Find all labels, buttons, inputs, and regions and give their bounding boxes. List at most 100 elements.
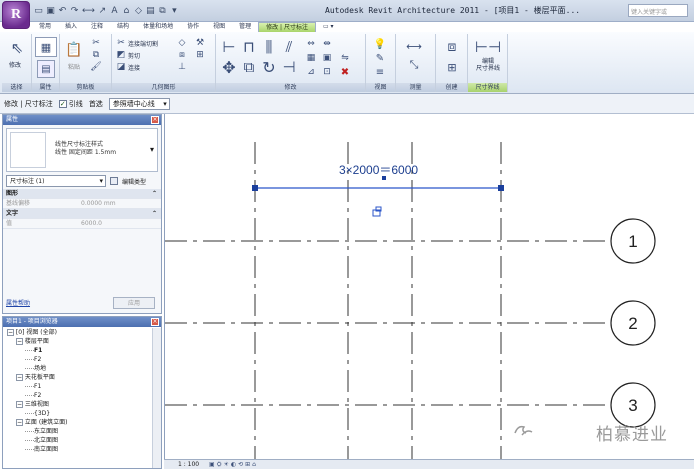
ribbon-tab[interactable]: 常用 <box>32 22 58 32</box>
browser-node[interactable]: F1 <box>3 346 151 355</box>
checkbox-check-icon[interactable]: ✓ <box>58 99 67 108</box>
delete-icon[interactable]: ✖ <box>338 66 352 78</box>
tree-expand-icon[interactable]: − <box>7 329 14 336</box>
mirror-axis-icon[interactable]: ⫼ <box>260 38 278 56</box>
unjoin-icon[interactable]: ⊞ <box>194 50 206 60</box>
copy-icon[interactable]: ⧉ <box>90 50 102 60</box>
undo-icon[interactable]: ↶ <box>58 6 67 16</box>
measure-icon[interactable]: ⟷ <box>82 6 95 16</box>
edit-type-icon[interactable] <box>110 177 118 185</box>
ribbon-tab[interactable]: ▭ ▾ <box>316 22 341 32</box>
browser-node[interactable]: F1 <box>3 382 151 391</box>
browser-node[interactable]: 北立面图 <box>3 436 151 445</box>
paste-icon[interactable]: 📋 <box>65 40 82 60</box>
tree-expand-icon[interactable]: − <box>16 401 23 408</box>
prop-value[interactable]: 6000.0 <box>81 219 102 229</box>
split-face-icon[interactable]: ◇ <box>176 38 188 48</box>
browser-node[interactable]: − 楼层平面 <box>3 337 151 346</box>
browser-node[interactable]: 南立面图 <box>3 445 151 454</box>
paste-label[interactable]: 粘贴 <box>68 62 80 71</box>
wall-joins-icon[interactable]: ⊥ <box>176 62 188 72</box>
scale-icon[interactable]: ▣ <box>320 52 334 64</box>
collapse-icon[interactable]: ⌃ <box>152 189 157 199</box>
ribbon-tab[interactable]: 插入 <box>58 22 84 32</box>
ribbon-tab[interactable]: 修改 | 尺寸标注 <box>258 22 316 32</box>
edit-witness-lines-icon[interactable]: ⊢⊣ <box>475 38 501 56</box>
search-input[interactable]: 键入关键字或 <box>628 4 688 17</box>
view-scale[interactable]: 1 : 100 <box>178 461 199 468</box>
switch-windows-icon[interactable]: ▾ <box>170 6 179 16</box>
save-icon[interactable]: ▣ <box>46 6 55 16</box>
ribbon-tab[interactable]: 体量和场地 <box>136 22 180 32</box>
cut-geometry-label[interactable]: 剪切 <box>128 51 140 60</box>
unpin-icon[interactable]: ⊡ <box>320 66 334 78</box>
trim-extend-icon[interactable]: ⊣ <box>280 58 298 76</box>
thin-lines-icon[interactable]: ▤ <box>146 6 155 16</box>
drawing-area[interactable]: 1 2 3 3×2000＝6000 <box>164 114 694 469</box>
array-icon[interactable]: ▦ <box>304 52 318 64</box>
modify-cursor-icon[interactable]: ⇖ <box>7 38 27 58</box>
tree-expand-icon[interactable]: − <box>16 338 23 345</box>
open-icon[interactable]: ▭ <box>34 6 43 16</box>
browser-scrollbar[interactable] <box>152 328 161 468</box>
dimension-grip-right[interactable] <box>498 185 504 191</box>
view-control-icons[interactable]: ▣⛭☀◐⟲⊞⌂ <box>209 461 258 468</box>
tree-expand-icon[interactable]: − <box>16 374 23 381</box>
mirror-small-icon[interactable]: ⇋ <box>338 52 352 64</box>
close-icon[interactable]: × <box>151 116 159 124</box>
create-group-icon[interactable]: ⧈ <box>442 38 462 56</box>
browser-node[interactable]: − 三维视图 <box>3 400 151 409</box>
join-geometry-icon[interactable]: ◪ <box>116 62 126 72</box>
close-icon[interactable]: × <box>151 318 159 326</box>
properties-help-link[interactable]: 属性帮助 <box>6 298 30 307</box>
match-type-icon[interactable]: 🖌 <box>90 62 102 72</box>
sections-icon[interactable]: ◇ <box>134 6 143 16</box>
override-graphics-icon[interactable]: ✎ <box>372 52 388 64</box>
ribbon-tab[interactable]: 结构 <box>110 22 136 32</box>
prop-value[interactable]: 0.0000 mm <box>81 199 116 209</box>
modify-button-label[interactable]: 修改 <box>9 60 21 69</box>
browser-node[interactable]: F2 <box>3 391 151 400</box>
browser-node[interactable]: − 天花板平面 <box>3 373 151 382</box>
hide-in-view-icon[interactable]: 💡 <box>372 38 388 50</box>
dimension-grip-left[interactable] <box>252 185 258 191</box>
demolish-icon[interactable]: ⚒ <box>194 38 206 48</box>
ribbon-tab[interactable]: 注释 <box>84 22 110 32</box>
type-selector[interactable]: 线性尺寸标注样式 线性 固定间距 1.5mm ▾ <box>6 128 158 172</box>
rotate-icon[interactable]: ↻ <box>260 58 278 77</box>
edit-witness-lines-label[interactable]: 编辑 尺寸界线 <box>472 58 504 72</box>
browser-node[interactable]: − [0] 视图 (全部) <box>3 328 151 337</box>
tree-expand-icon[interactable]: − <box>16 419 23 426</box>
align-icon[interactable]: ⊢ <box>220 38 238 56</box>
join-geometry-label[interactable]: 连接 <box>128 63 140 72</box>
browser-node[interactable]: − 立面 (建筑立面) <box>3 418 151 427</box>
move-icon[interactable]: ✥ <box>220 58 238 77</box>
instance-filter-select[interactable]: 尺寸标注 (1) <box>6 175 106 187</box>
group-text[interactable]: 文字 ⌃ <box>3 209 161 219</box>
cut-icon[interactable]: ✂ <box>90 38 102 48</box>
ribbon-tab[interactable]: 协作 <box>180 22 206 32</box>
group-graphics[interactable]: 图形 ⌃ <box>3 189 161 199</box>
grid-bubble-2[interactable]: 2 <box>610 300 656 346</box>
cope-icon[interactable]: ✂ <box>116 38 126 48</box>
create-similar-icon[interactable]: ⊞ <box>444 60 460 74</box>
browser-node[interactable]: {3D} <box>3 409 151 418</box>
move-dimension-icon[interactable] <box>372 206 382 217</box>
measure-between-icon[interactable]: ⟷ <box>402 40 426 53</box>
redo-icon[interactable]: ↷ <box>70 6 79 16</box>
browser-node[interactable]: 场地 <box>3 364 151 373</box>
split-icon[interactable]: ⇔ <box>304 38 318 50</box>
ribbon-tab[interactable]: 管理 <box>232 22 258 32</box>
copy-element-icon[interactable]: ⧉ <box>240 58 258 76</box>
dimension-text[interactable]: 3×2000＝6000 <box>339 161 418 178</box>
floor-plan-view[interactable]: 1 2 3 <box>165 114 694 469</box>
edit-type-button[interactable]: 编辑类型 <box>122 177 146 186</box>
selected-dimension[interactable] <box>252 176 504 217</box>
connect-end-cut-label[interactable]: 连接端切割 <box>128 39 158 48</box>
chevron-down-icon[interactable]: ▾ <box>150 145 154 154</box>
prop-row[interactable]: 值 6000.0 <box>3 219 161 229</box>
apply-button[interactable]: 应用 <box>113 297 155 309</box>
application-menu-button[interactable]: R <box>2 1 30 29</box>
linework-icon[interactable]: ≡ <box>372 66 388 78</box>
properties-icon[interactable]: ▦ <box>35 37 57 57</box>
